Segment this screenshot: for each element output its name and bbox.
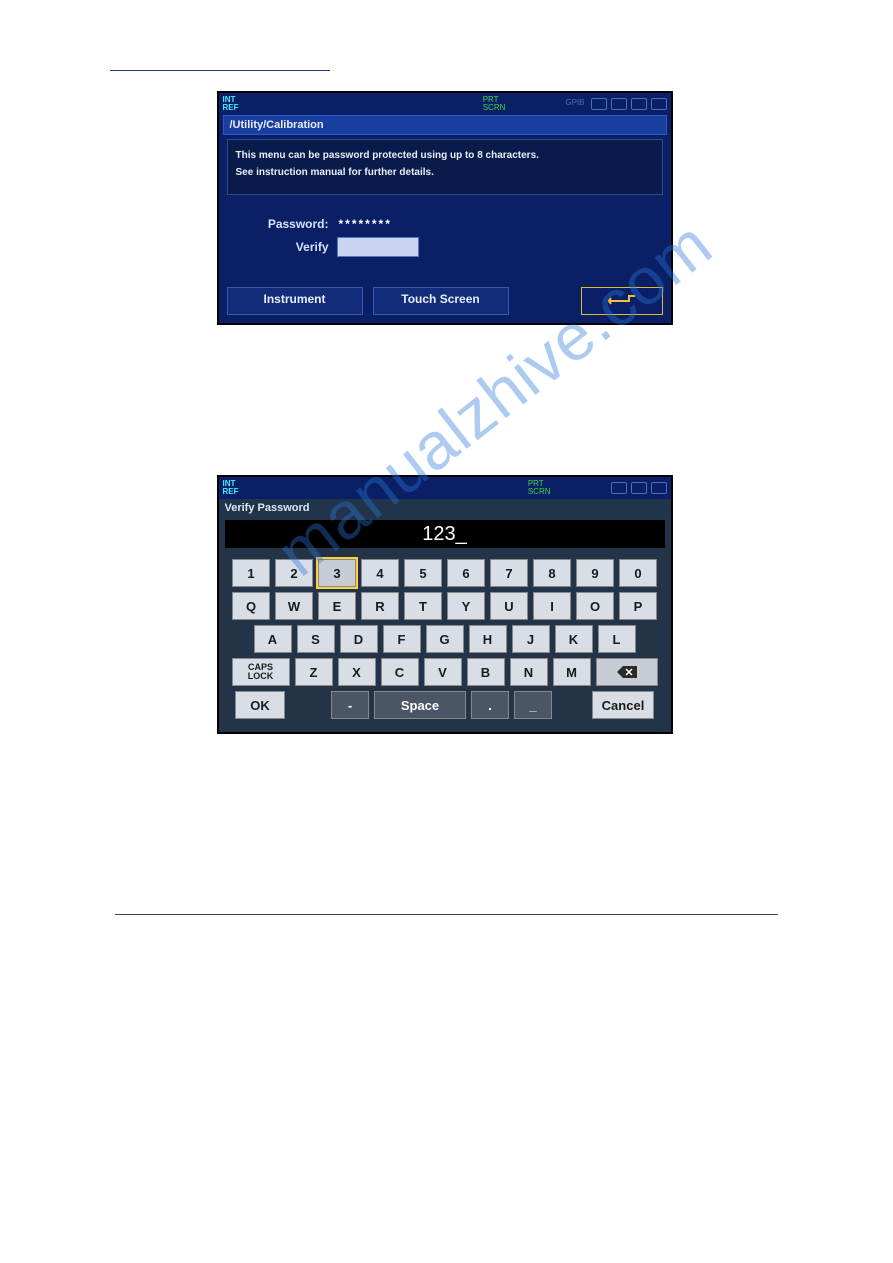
key-M[interactable]: M — [553, 658, 591, 686]
back-arrow-icon — [607, 293, 637, 309]
key-I[interactable]: I — [533, 592, 571, 620]
key-S[interactable]: S — [297, 625, 335, 653]
key-W[interactable]: W — [275, 592, 313, 620]
header-rule — [110, 70, 330, 71]
key-8[interactable]: 8 — [533, 559, 571, 587]
key-D[interactable]: D — [340, 625, 378, 653]
verify-label: Verify — [239, 240, 329, 254]
key-E[interactable]: E — [318, 592, 356, 620]
gpib-icon — [591, 98, 607, 110]
footer-rule — [115, 914, 778, 915]
key-3[interactable]: 3 — [318, 559, 356, 587]
icon-c — [651, 482, 667, 494]
keyboard-icon — [651, 98, 667, 110]
key-U[interactable]: U — [490, 592, 528, 620]
breadcrumb: /Utility/Calibration — [223, 115, 667, 135]
key-5[interactable]: 5 — [404, 559, 442, 587]
key-B[interactable]: B — [467, 658, 505, 686]
key-R[interactable]: R — [361, 592, 399, 620]
key-row-4: CAPSLOCKZXCVBNM — [227, 658, 663, 686]
key-row-1: 1234567890 — [227, 559, 663, 587]
figure-verify-keyboard: INT REF PRT SCRN Verify Password 123_ 12… — [217, 475, 677, 734]
key-P[interactable]: P — [619, 592, 657, 620]
key-A[interactable]: A — [254, 625, 292, 653]
icon-a — [611, 482, 627, 494]
key-capslock[interactable]: CAPSLOCK — [232, 658, 290, 686]
key-Y[interactable]: Y — [447, 592, 485, 620]
key-underscore[interactable]: _ — [514, 691, 552, 719]
key-C[interactable]: C — [381, 658, 419, 686]
key-Q[interactable]: Q — [232, 592, 270, 620]
key-cancel[interactable]: Cancel — [592, 691, 654, 719]
key-4[interactable]: 4 — [361, 559, 399, 587]
key-X[interactable]: X — [338, 658, 376, 686]
back-button[interactable] — [581, 287, 663, 315]
status-icons: GPIB — [565, 98, 666, 110]
key-2[interactable]: 2 — [275, 559, 313, 587]
keyboard-display: 123_ — [225, 520, 665, 548]
key-N[interactable]: N — [510, 658, 548, 686]
instrument-button[interactable]: Instrument — [227, 287, 363, 315]
key-ok[interactable]: OK — [235, 691, 285, 719]
info-box: This menu can be password protected usin… — [227, 139, 663, 195]
key-K[interactable]: K — [555, 625, 593, 653]
status-prt-scrn: PRT SCRN — [483, 96, 506, 112]
key-9[interactable]: 9 — [576, 559, 614, 587]
key-J[interactable]: J — [512, 625, 550, 653]
key-space[interactable]: Space — [374, 691, 466, 719]
key-H[interactable]: H — [469, 625, 507, 653]
key-6[interactable]: 6 — [447, 559, 485, 587]
key-V[interactable]: V — [424, 658, 462, 686]
status-icons-2 — [611, 482, 667, 494]
key-row-3: ASDFGHJKL — [227, 625, 663, 653]
key-dash[interactable]: - — [331, 691, 369, 719]
lan-icon — [631, 98, 647, 110]
key-1[interactable]: 1 — [232, 559, 270, 587]
key-row-2: QWERTYUIOP — [227, 592, 663, 620]
key-row-5: OK -Space._ Cancel — [227, 691, 663, 719]
figure-calibration-menu: INT REF PRT SCRN GPIB /Utility/Calibrati… — [217, 91, 677, 325]
status-prt-scrn-2: PRT SCRN — [528, 480, 551, 496]
password-label: Password: — [239, 217, 329, 231]
icon-b — [631, 482, 647, 494]
status-bar: INT REF PRT SCRN GPIB — [219, 93, 671, 115]
lock-icon — [611, 98, 627, 110]
keyboard-title: Verify Password — [219, 499, 671, 517]
status-int-ref-2: INT REF — [223, 480, 239, 496]
key-F[interactable]: F — [383, 625, 421, 653]
status-int-ref: INT REF — [223, 96, 239, 112]
touch-screen-button[interactable]: Touch Screen — [373, 287, 509, 315]
key-Z[interactable]: Z — [295, 658, 333, 686]
key-O[interactable]: O — [576, 592, 614, 620]
key-L[interactable]: L — [598, 625, 636, 653]
key-dot[interactable]: . — [471, 691, 509, 719]
key-7[interactable]: 7 — [490, 559, 528, 587]
status-bar-2: INT REF PRT SCRN — [219, 477, 671, 499]
key-backspace[interactable] — [596, 658, 658, 686]
verify-input[interactable] — [337, 237, 419, 257]
password-value: ******** — [339, 217, 392, 231]
key-0[interactable]: 0 — [619, 559, 657, 587]
key-G[interactable]: G — [426, 625, 464, 653]
key-T[interactable]: T — [404, 592, 442, 620]
